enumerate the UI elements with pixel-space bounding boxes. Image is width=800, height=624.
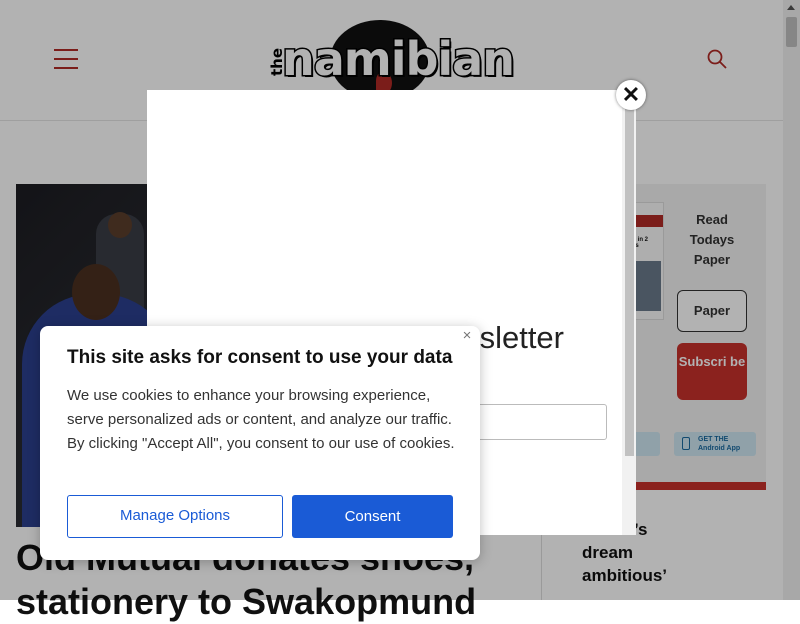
consent-button[interactable]: Consent: [292, 495, 453, 538]
newsletter-scrollbar-thumb[interactable]: [625, 106, 634, 456]
consent-body-text: We use cookies to enhance your browsing …: [67, 387, 455, 452]
manage-options-button[interactable]: Manage Options: [67, 495, 283, 538]
newsletter-scrollbar[interactable]: [622, 90, 636, 535]
consent-title: This site asks for consent to use your d…: [67, 347, 453, 368]
newsletter-close-icon[interactable]: ✕: [616, 80, 646, 110]
consent-dialog: × This site asks for consent to use your…: [40, 326, 480, 560]
consent-close-icon[interactable]: ×: [458, 327, 476, 345]
